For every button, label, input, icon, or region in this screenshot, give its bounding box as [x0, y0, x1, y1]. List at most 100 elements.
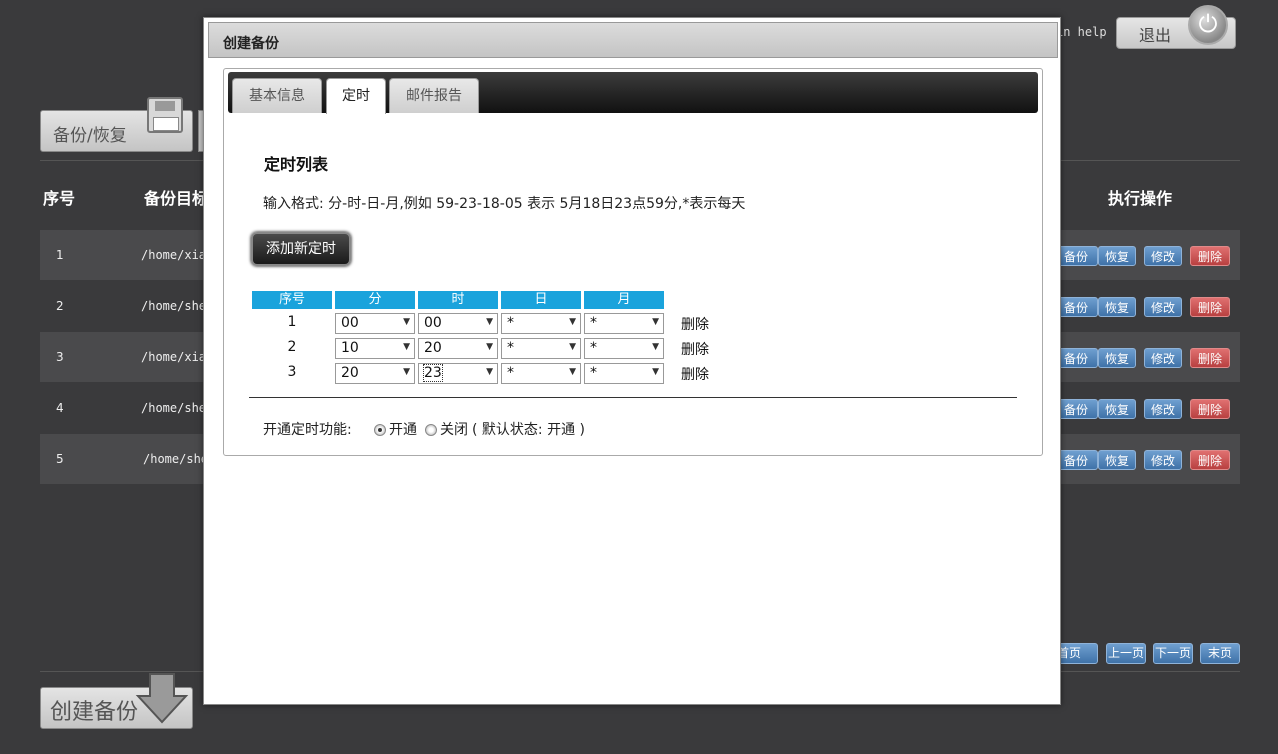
tab-basic-info[interactable]: 基本信息 [232, 78, 322, 113]
row-path: /home/xia [141, 248, 207, 262]
restore-button[interactable]: 恢复 [1098, 297, 1136, 317]
chevron-down-icon: ▼ [403, 317, 410, 327]
select-value: * [590, 365, 597, 381]
add-schedule-button[interactable]: 添加新定时 [251, 232, 351, 266]
disable-radio[interactable] [425, 424, 437, 436]
chevron-down-icon: ▼ [569, 367, 576, 377]
schedule-header-minute: 分 [335, 291, 415, 309]
delete-button[interactable]: 删除 [1190, 399, 1230, 419]
delete-button[interactable]: 删除 [1190, 246, 1230, 266]
month-select[interactable]: * ▼ [584, 313, 664, 334]
disable-radio-label: 关闭 [440, 422, 468, 438]
row-path: /home/she [143, 452, 209, 466]
delete-button[interactable]: 删除 [1190, 450, 1230, 470]
row-number: 1 [56, 248, 64, 262]
restore-button[interactable]: 恢复 [1098, 348, 1136, 368]
chevron-down-icon: ▼ [652, 342, 659, 352]
restore-button[interactable]: 恢复 [1098, 399, 1136, 419]
chevron-down-icon: ▼ [403, 342, 410, 352]
hour-select[interactable]: 23 ▼ [418, 363, 498, 384]
delete-schedule-link[interactable]: 删除 [681, 339, 709, 359]
schedule-header-hour: 时 [418, 291, 498, 309]
column-header-actions: 执行操作 [1108, 189, 1173, 208]
schedule-seq: 3 [287, 364, 297, 380]
select-value: 23 [423, 364, 443, 382]
minute-select[interactable]: 00 ▼ [335, 313, 415, 334]
row-path: /home/she [141, 299, 207, 313]
tab-schedule[interactable]: 定时 [326, 78, 386, 114]
month-select[interactable]: * ▼ [584, 363, 664, 384]
section-title: 定时列表 [264, 155, 329, 174]
enable-radio-label: 开通 [389, 422, 417, 438]
delete-button[interactable]: 删除 [1190, 348, 1230, 368]
backup-restore-label: 备份/恢复 [53, 126, 127, 146]
select-value: * [590, 340, 597, 356]
down-arrow-icon [135, 673, 189, 724]
help-link[interactable]: in help [1056, 25, 1107, 39]
create-backup-label: 创建备份 [50, 700, 139, 725]
row-path: /home/xia [141, 350, 207, 364]
edit-button[interactable]: 修改 [1144, 297, 1182, 317]
schedule-enable-label: 开通定时功能: [263, 422, 352, 438]
schedule-seq: 1 [287, 314, 297, 330]
select-value: * [507, 340, 514, 356]
restore-button[interactable]: 恢复 [1098, 450, 1136, 470]
select-value: 00 [424, 315, 442, 331]
column-header-target: 备份目标 [144, 189, 209, 208]
row-number: 2 [56, 299, 64, 313]
edit-button[interactable]: 修改 [1144, 399, 1182, 419]
chevron-down-icon: ▼ [403, 367, 410, 377]
delete-schedule-link[interactable]: 删除 [681, 314, 709, 334]
dialog-title: 创建备份 [208, 22, 1058, 58]
floppy-disk-icon [147, 97, 183, 133]
chevron-down-icon: ▼ [652, 317, 659, 327]
select-value: 10 [341, 340, 359, 356]
select-value: 20 [424, 340, 442, 356]
divider [249, 397, 1017, 398]
delete-button[interactable]: 删除 [1190, 297, 1230, 317]
chevron-down-icon: ▼ [486, 342, 493, 352]
row-number: 4 [56, 401, 64, 415]
pager-last[interactable]: 末页 [1200, 643, 1240, 664]
day-select[interactable]: * ▼ [501, 313, 581, 334]
hour-select[interactable]: 00 ▼ [418, 313, 498, 334]
day-select[interactable]: * ▼ [501, 363, 581, 384]
edit-button[interactable]: 修改 [1144, 450, 1182, 470]
dialog-content: 基本信息 定时 邮件报告 定时列表 输入格式: 分-时-日-月,例如 59-23… [223, 68, 1043, 456]
row-number: 3 [56, 350, 64, 364]
format-hint: 输入格式: 分-时-日-月,例如 59-23-18-05 表示 5月18日23点… [263, 196, 746, 212]
tab-email-report[interactable]: 邮件报告 [389, 78, 479, 113]
hour-select[interactable]: 20 ▼ [418, 338, 498, 359]
select-value: 00 [341, 315, 359, 331]
row-number: 5 [56, 452, 64, 466]
chevron-down-icon: ▼ [486, 367, 493, 377]
restore-button[interactable]: 恢复 [1098, 246, 1136, 266]
logout-label: 退出 [1139, 26, 1172, 45]
schedule-seq: 2 [287, 339, 297, 355]
edit-button[interactable]: 修改 [1144, 246, 1182, 266]
month-select[interactable]: * ▼ [584, 338, 664, 359]
chevron-down-icon: ▼ [486, 317, 493, 327]
select-value: * [507, 365, 514, 381]
select-value: * [507, 315, 514, 331]
pager-next[interactable]: 下一页 [1153, 643, 1193, 664]
schedule-header-day: 日 [501, 291, 581, 309]
enable-radio[interactable] [374, 424, 386, 436]
minute-select[interactable]: 10 ▼ [335, 338, 415, 359]
minute-select[interactable]: 20 ▼ [335, 363, 415, 384]
day-select[interactable]: * ▼ [501, 338, 581, 359]
chevron-down-icon: ▼ [569, 317, 576, 327]
create-backup-dialog: 创建备份 基本信息 定时 邮件报告 定时列表 输入格式: 分-时-日-月,例如 … [203, 17, 1061, 705]
power-icon[interactable]: ⏻ [1188, 5, 1228, 45]
tab-bar: 基本信息 定时 邮件报告 [228, 72, 1038, 114]
schedule-header-seq: 序号 [252, 291, 332, 309]
row-path: /home/she [141, 401, 207, 415]
default-state-note: ( 默认状态: 开通 ) [472, 422, 585, 438]
pager-prev[interactable]: 上一页 [1106, 643, 1146, 664]
edit-button[interactable]: 修改 [1144, 348, 1182, 368]
chevron-down-icon: ▼ [652, 367, 659, 377]
chevron-down-icon: ▼ [569, 342, 576, 352]
delete-schedule-link[interactable]: 删除 [681, 364, 709, 384]
column-header-seq: 序号 [43, 189, 76, 208]
select-value: * [590, 315, 597, 331]
